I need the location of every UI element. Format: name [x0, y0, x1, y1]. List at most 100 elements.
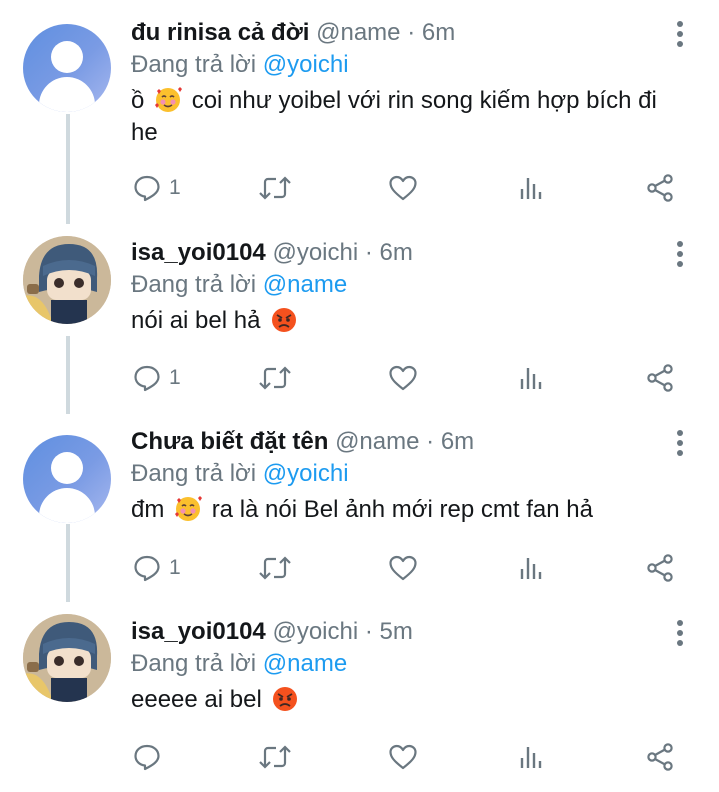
share-button[interactable] [645, 737, 675, 777]
share-icon [647, 364, 673, 392]
more-vertical-icon[interactable] [672, 21, 688, 47]
heart-icon [389, 744, 417, 770]
angry-face-icon [272, 308, 297, 332]
tweet-header: isa_yoi0104 @yoichi · 5m [131, 616, 413, 648]
separator-dot: · [426, 428, 435, 455]
tweet-text: đm ra là nói Bel ảnh mới rep cmt fan hả [131, 494, 671, 526]
views-button[interactable] [519, 168, 545, 208]
like-button[interactable] [388, 737, 418, 777]
tweet-actions: 1 [0, 168, 719, 208]
reply-button[interactable]: 1 [133, 168, 181, 208]
tweet[interactable]: isa_yoi0104 @yoichi · 5m Đang trả lời @n… [0, 602, 719, 792]
tweet-text-part: ra là nói Bel ảnh mới rep cmt fan hả [211, 496, 593, 523]
replying-to: Đang trả lời @yoichi [131, 49, 349, 81]
plush-photo-avatar[interactable] [23, 236, 111, 324]
plush-figure-icon [23, 236, 111, 324]
handle[interactable]: @name [335, 428, 419, 455]
angry-face-icon [273, 687, 298, 711]
views-button[interactable] [519, 358, 545, 398]
tweet[interactable]: đu rinisa cả đời @name · 6m Đang trả lời… [0, 0, 719, 222]
tweet-header: Chưa biết đặt tên @name · 6m [131, 426, 474, 458]
replying-prefix: Đang trả lời [131, 271, 257, 298]
reply-button[interactable]: 1 [133, 548, 181, 588]
share-icon [647, 554, 673, 582]
mention-link[interactable]: @name [263, 650, 347, 677]
like-button[interactable] [388, 548, 418, 588]
tweet-text: ồ coi như yoibel với rin song kiếm hợp b… [131, 85, 671, 149]
replying-prefix: Đang trả lời [131, 650, 257, 677]
reply-bubble-icon [134, 365, 160, 392]
more-vertical-icon[interactable] [672, 241, 688, 267]
timestamp[interactable]: 5m [380, 618, 413, 645]
handle[interactable]: @yoichi [272, 618, 358, 645]
reply-bubble-icon [134, 175, 160, 202]
share-button[interactable] [645, 358, 675, 398]
views-button[interactable] [519, 548, 545, 588]
tweet-text: nói ai bel hả [131, 305, 671, 337]
heart-icon [389, 175, 417, 201]
mention-link[interactable]: @name [263, 271, 347, 298]
bar-chart-icon [520, 178, 542, 199]
like-button[interactable] [388, 168, 418, 208]
mention-link[interactable]: @yoichi [263, 460, 349, 487]
retweet-button[interactable] [258, 737, 292, 777]
tweet-header: đu rinisa cả đời @name · 6m [131, 17, 455, 49]
share-icon [647, 743, 673, 771]
tweet-actions [0, 737, 719, 777]
retweet-icon [259, 176, 291, 200]
timestamp[interactable]: 6m [441, 428, 474, 455]
reply-count: 1 [169, 556, 181, 579]
retweet-button[interactable] [258, 168, 292, 208]
retweet-button[interactable] [258, 548, 292, 588]
replying-to: Đang trả lời @name [131, 269, 347, 301]
reply-bubble-icon [134, 744, 160, 771]
replying-prefix: Đang trả lời [131, 460, 257, 487]
reply-button[interactable] [133, 737, 169, 777]
mention-link[interactable]: @yoichi [263, 51, 349, 78]
reply-count: 1 [169, 366, 181, 389]
tweet-text-part: eeeee ai bel [131, 686, 262, 713]
display-name[interactable]: isa_yoi0104 [131, 239, 266, 266]
replying-to: Đang trả lời @name [131, 648, 347, 680]
bar-chart-icon [520, 747, 542, 768]
tweet[interactable]: Chưa biết đặt tên @name · 6m Đang trả lờ… [0, 412, 719, 602]
tweet[interactable]: isa_yoi0104 @yoichi · 6m Đang trả lời @n… [0, 222, 719, 412]
display-name[interactable]: isa_yoi0104 [131, 618, 266, 645]
more-vertical-icon[interactable] [672, 620, 688, 646]
like-button[interactable] [388, 358, 418, 398]
replying-to: Đang trả lời @yoichi [131, 458, 349, 490]
timestamp[interactable]: 6m [380, 239, 413, 266]
share-button[interactable] [645, 548, 675, 588]
avatar[interactable] [23, 24, 111, 112]
separator-dot: · [364, 618, 373, 645]
more-vertical-icon[interactable] [672, 430, 688, 456]
heart-icon [389, 365, 417, 391]
retweet-icon [259, 366, 291, 390]
reply-count: 1 [169, 176, 181, 199]
handle[interactable]: @name [316, 19, 400, 46]
display-name[interactable]: Chưa biết đặt tên [131, 428, 328, 455]
tweet-header: isa_yoi0104 @yoichi · 6m [131, 237, 413, 269]
smiling-face-with-hearts-icon [175, 496, 203, 521]
bar-chart-icon [520, 558, 542, 579]
avatar[interactable] [23, 435, 111, 523]
handle[interactable]: @yoichi [272, 239, 358, 266]
display-name[interactable]: đu rinisa cả đời [131, 19, 309, 46]
reply-bubble-icon [134, 555, 160, 582]
reply-button[interactable]: 1 [133, 358, 181, 398]
retweet-icon [259, 745, 291, 769]
retweet-button[interactable] [258, 358, 292, 398]
plush-photo-avatar[interactable] [23, 614, 111, 702]
tweet-text: eeeee ai bel [131, 684, 671, 716]
separator-dot: · [364, 239, 373, 266]
share-button[interactable] [645, 168, 675, 208]
views-button[interactable] [519, 737, 545, 777]
tweet-actions: 1 [0, 358, 719, 398]
timestamp[interactable]: 6m [422, 19, 455, 46]
bar-chart-icon [520, 368, 542, 389]
tweet-text-part: đm [131, 496, 165, 523]
tweet-text-part: nói ai bel hả [131, 307, 261, 334]
tweet-actions: 1 [0, 548, 719, 588]
tweet-text-part: ồ [131, 87, 145, 114]
separator-dot: · [407, 19, 416, 46]
